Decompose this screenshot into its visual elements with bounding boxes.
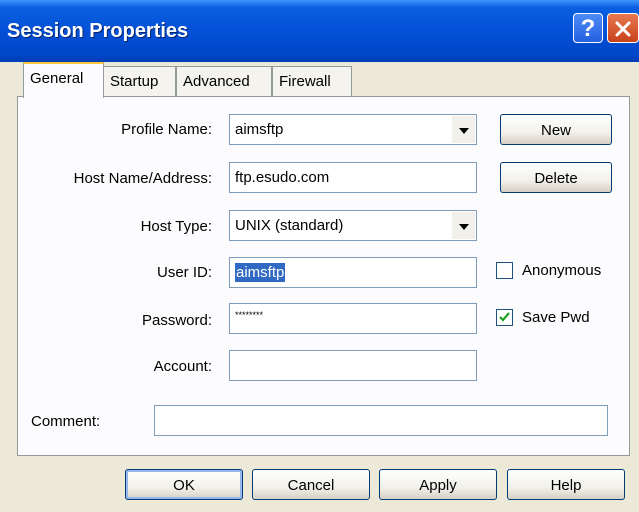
delete-button[interactable]: Delete xyxy=(500,162,612,193)
account-label: Account: xyxy=(153,358,212,375)
apply-button[interactable]: Apply xyxy=(379,469,497,500)
close-button[interactable] xyxy=(607,13,639,43)
save-pwd-label: Save Pwd xyxy=(522,309,590,326)
help-button[interactable]: Help xyxy=(507,469,625,500)
comment-label: Comment: xyxy=(31,413,101,430)
title-bar[interactable]: Session Properties ? xyxy=(0,0,639,62)
host-type-label: Host Type: xyxy=(140,218,212,235)
host-name-input[interactable]: ftp.esudo.com xyxy=(229,162,477,193)
profile-name-label: Profile Name: xyxy=(121,121,212,138)
chevron-down-icon[interactable] xyxy=(452,116,475,143)
help-title-button[interactable]: ? xyxy=(573,13,603,43)
anonymous-checkbox[interactable] xyxy=(496,262,513,279)
user-id-label: User ID: xyxy=(156,264,212,281)
question-icon: ? xyxy=(580,15,596,42)
new-button[interactable]: New xyxy=(500,114,612,145)
cancel-button[interactable]: Cancel xyxy=(252,469,370,500)
close-icon xyxy=(615,21,631,37)
profile-name-combo[interactable]: aimsftp xyxy=(229,114,477,145)
comment-input[interactable] xyxy=(154,405,608,436)
host-name-label: Host Name/Address: xyxy=(73,170,212,187)
tab-general[interactable]: General xyxy=(23,62,104,98)
user-id-input[interactable]: aimsftp xyxy=(229,257,477,288)
tab-firewall[interactable]: Firewall xyxy=(272,66,352,97)
account-input[interactable] xyxy=(229,350,477,381)
checkmark-icon xyxy=(499,312,510,322)
user-id-selected-text: aimsftp xyxy=(235,263,286,282)
password-input[interactable]: ******** xyxy=(229,303,477,334)
tab-advanced[interactable]: Advanced xyxy=(176,66,272,97)
password-label: Password: xyxy=(141,312,212,329)
window-title: Session Properties xyxy=(7,20,189,42)
anonymous-label: Anonymous xyxy=(522,262,602,279)
save-pwd-checkbox[interactable] xyxy=(496,309,513,326)
host-type-combo[interactable]: UNIX (standard) xyxy=(229,210,477,241)
ok-button[interactable]: OK xyxy=(125,469,243,500)
chevron-down-icon[interactable] xyxy=(452,212,475,239)
tab-startup[interactable]: Startup xyxy=(103,66,176,97)
